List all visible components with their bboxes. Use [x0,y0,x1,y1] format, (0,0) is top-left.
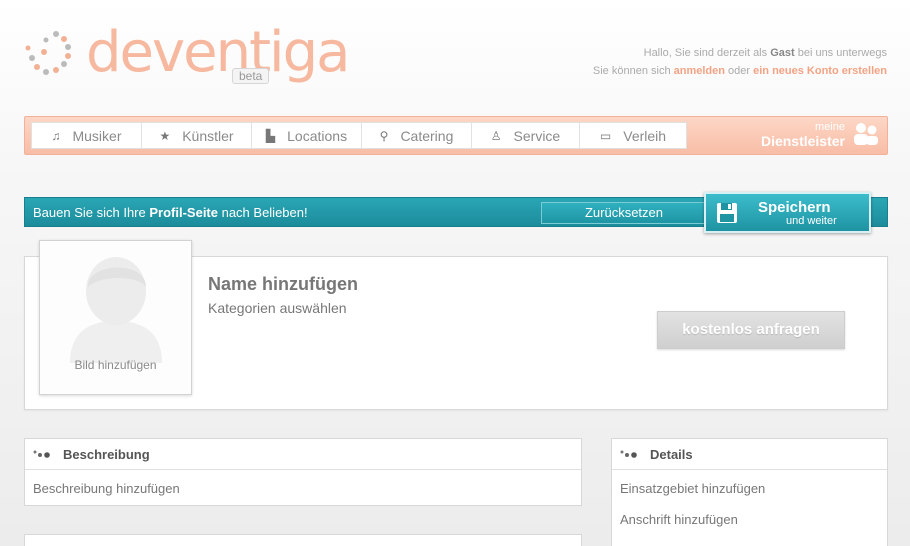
bar-text-bold: Profil-Seite [149,205,218,220]
add-address-link[interactable]: Anschrift hinzufügen [612,512,887,527]
details-panel-header: Details [612,439,887,470]
monitor-icon: ▭ [599,128,612,143]
nav-item-label: Verleih [623,127,667,144]
nav-item-catering[interactable]: ⚲ Catering [362,123,472,148]
nav-item-label: Locations [287,127,348,144]
welcome-line1-pre: Hallo, Sie sind derzeit als [643,47,771,59]
avatar-placeholder-icon [70,257,162,363]
description-panel-header: Beschreibung [25,439,581,470]
star-icon: ★ [159,128,171,143]
my-providers-small: meine [815,121,845,133]
welcome-message: Hallo, Sie sind derzeit als Gast bei uns… [593,44,887,80]
add-description-link[interactable]: Beschreibung hinzufügen [25,481,581,496]
nav-item-verleih[interactable]: ▭ Verleih [580,123,686,148]
request-free-button[interactable]: kostenlos anfragen [657,311,845,349]
next-panel [24,534,582,546]
brand-name: deventiga [86,20,350,85]
dots-icon [33,450,50,458]
my-providers-text: meine Dienstleister [761,120,845,148]
nav-item-kuenstler[interactable]: ★ Künstler [142,123,252,148]
my-providers-link[interactable]: meine Dienstleister [761,120,879,148]
select-categories-link[interactable]: Kategorien auswählen [208,300,347,316]
nav-item-label: Künstler [182,127,234,144]
glass-icon: ⚲ [379,128,389,143]
add-name-link[interactable]: Name hinzufügen [208,274,358,295]
welcome-line1-post: bei uns unterwegs [794,47,887,59]
save-button[interactable]: Speichern und weiter [704,192,871,233]
reset-button[interactable]: Zurücksetzen [541,202,707,224]
add-photo-button[interactable]: Bild hinzufügen [39,240,192,395]
welcome-line2-pre: Sie können sich [592,65,674,77]
people-icon [854,123,878,145]
details-panel: Details Einsatzgebiet hinzufügen Anschri… [611,438,888,546]
add-photo-label: Bild hinzufügen [74,358,157,372]
register-link[interactable]: ein neues Konto erstellen [753,65,887,77]
building-icon: ▙ [265,128,276,143]
profile-builder-text: Bauen Sie sich Ihre Profil-Seite nach Be… [33,205,308,220]
save-sublabel: und weiter [786,215,837,227]
floppy-disk-icon [717,203,737,223]
music-note-icon: ♫ [51,128,61,143]
add-service-area-link[interactable]: Einsatzgebiet hinzufügen [612,481,887,496]
description-panel: Beschreibung Beschreibung hinzufügen [24,438,582,506]
description-title: Beschreibung [63,446,150,462]
details-title: Details [650,446,693,462]
dots-icon [620,450,637,458]
main-nav: ♫ Musiker ★ Künstler ▙ Locations ⚲ Cater… [24,116,888,155]
nav-category-bar: ♫ Musiker ★ Künstler ▙ Locations ⚲ Cater… [31,122,687,149]
logo-dots-icon [25,31,71,75]
nav-item-musiker[interactable]: ♫ Musiker [32,123,142,148]
nav-item-label: Catering [400,127,454,144]
nav-item-service[interactable]: ♙ Service [472,123,580,148]
my-providers-big: Dienstleister [760,133,845,149]
bar-text-post: nach Belieben! [217,205,308,220]
person-icon: ♙ [490,128,502,143]
save-label: Speichern [758,199,831,216]
bar-text-pre: Bauen Sie sich Ihre [33,205,150,220]
nav-item-label: Service [513,127,561,144]
nav-item-label: Musiker [72,127,122,144]
nav-item-locations[interactable]: ▙ Locations [252,123,362,148]
beta-badge: beta [232,68,270,84]
welcome-line2-mid: oder [724,65,754,77]
brand-logo[interactable]: deventiga beta [22,20,362,96]
login-link[interactable]: anmelden [674,65,725,77]
guest-label: Gast [770,47,795,59]
